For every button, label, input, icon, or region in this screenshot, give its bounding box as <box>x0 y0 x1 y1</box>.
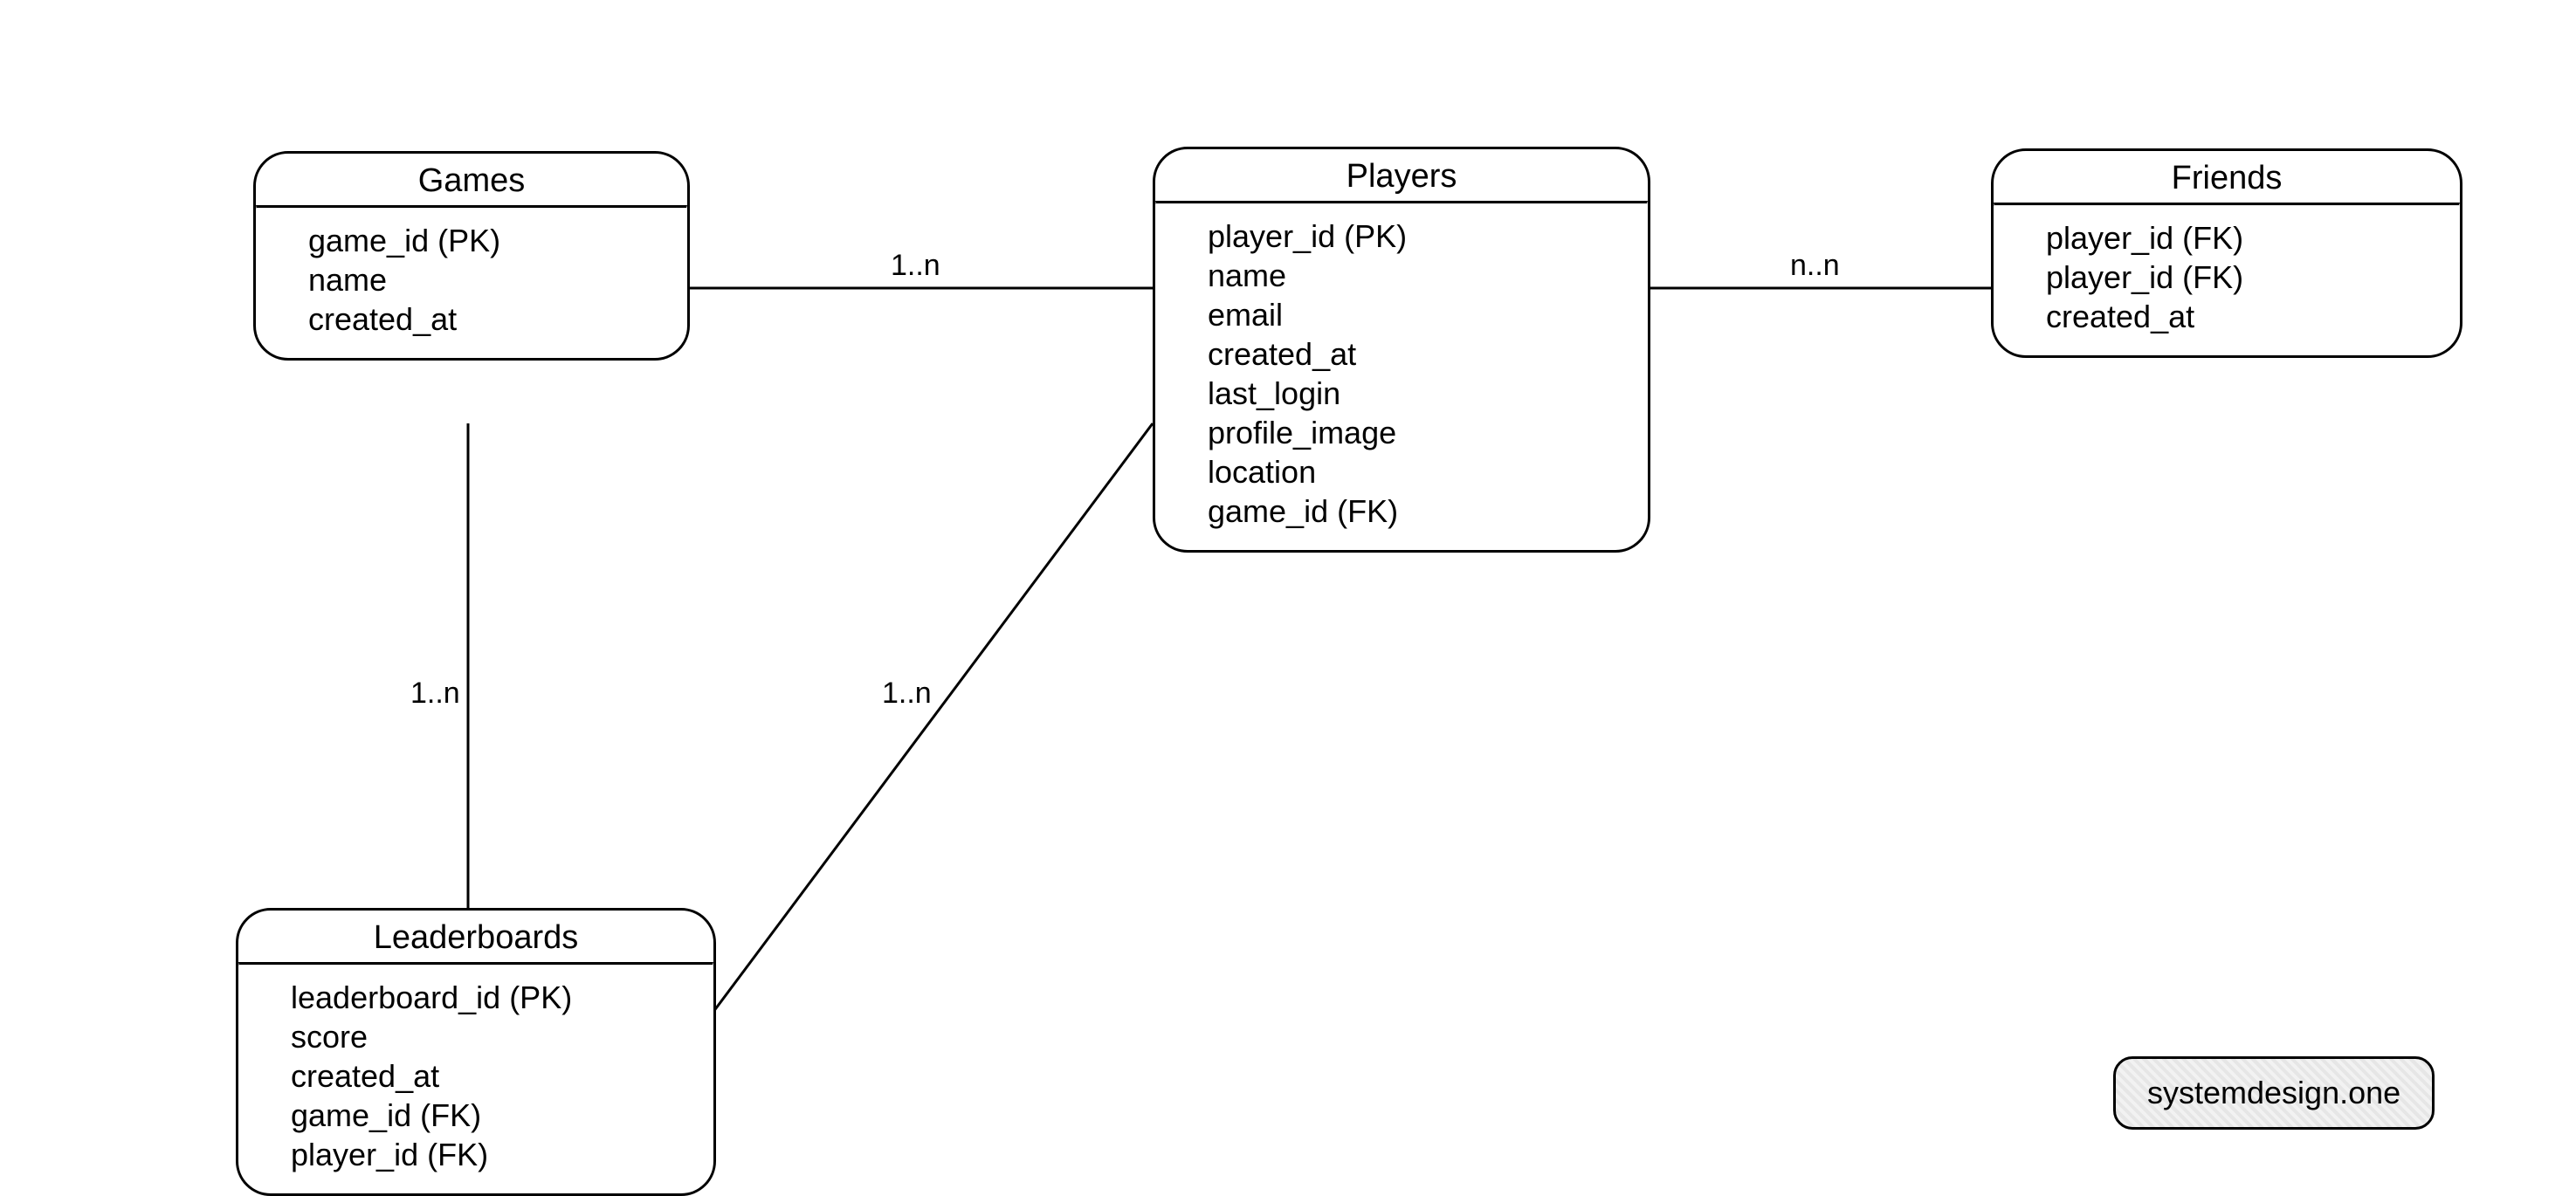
field: leaderboard_id (PK) <box>291 978 696 1017</box>
field: player_id (FK) <box>2046 218 2442 258</box>
field: location <box>1208 452 1630 491</box>
field: score <box>291 1017 696 1056</box>
entity-games-title: Games <box>256 154 687 205</box>
field: created_at <box>2046 297 2442 336</box>
entity-leaderboards-fields: leaderboard_id (PK) score created_at gam… <box>238 966 713 1193</box>
relation-games-leaderboards: 1..n <box>410 677 460 711</box>
watermark-badge: systemdesign.one <box>2113 1056 2435 1130</box>
relation-players-friends: n..n <box>1790 249 1840 283</box>
entity-games-fields: game_id (PK) name created_at <box>256 209 687 358</box>
field: created_at <box>291 1056 696 1096</box>
entity-games: Games game_id (PK) name created_at <box>253 151 690 361</box>
field: created_at <box>308 299 670 339</box>
entity-players: Players player_id (PK) name email create… <box>1153 147 1650 553</box>
field: name <box>1208 256 1630 295</box>
entity-friends: Friends player_id (FK) player_id (FK) cr… <box>1991 148 2462 358</box>
entity-leaderboards-title: Leaderboards <box>238 911 713 962</box>
field: game_id (FK) <box>291 1096 696 1135</box>
field: email <box>1208 295 1630 334</box>
entity-leaderboards: Leaderboards leaderboard_id (PK) score c… <box>236 908 716 1196</box>
field: last_login <box>1208 374 1630 413</box>
field: game_id (FK) <box>1208 491 1630 531</box>
entity-players-fields: player_id (PK) name email created_at las… <box>1155 204 1648 550</box>
er-diagram-canvas: Games game_id (PK) name created_at Playe… <box>0 0 2576 1194</box>
field: game_id (PK) <box>308 221 670 260</box>
relation-games-players: 1..n <box>891 249 940 283</box>
entity-friends-fields: player_id (FK) player_id (FK) created_at <box>1994 206 2460 355</box>
field: player_id (PK) <box>1208 217 1630 256</box>
field: profile_image <box>1208 413 1630 452</box>
field: player_id (FK) <box>2046 258 2442 297</box>
entity-friends-title: Friends <box>1994 151 2460 203</box>
entity-players-title: Players <box>1155 149 1648 201</box>
relation-players-leaderboards: 1..n <box>882 677 932 711</box>
field: player_id (FK) <box>291 1135 696 1174</box>
field: created_at <box>1208 334 1630 374</box>
field: name <box>308 260 670 299</box>
